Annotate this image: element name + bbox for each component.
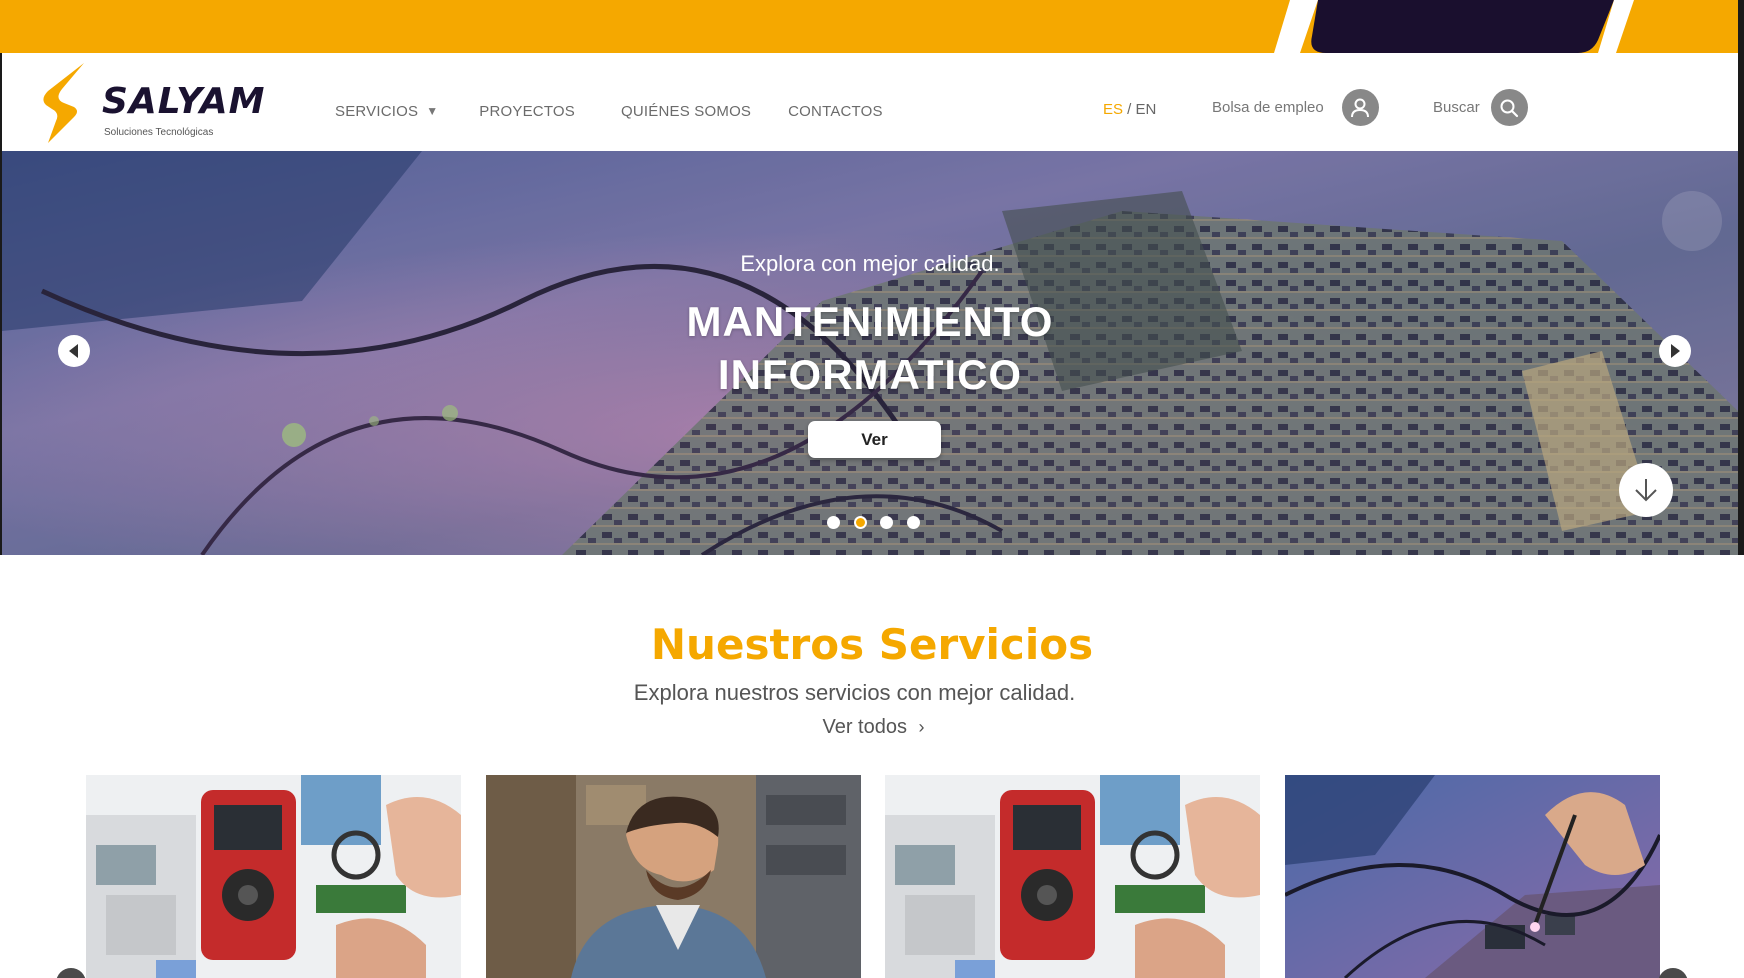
top-decorative-band	[0, 0, 1744, 53]
scroll-down-button[interactable]	[1619, 463, 1673, 517]
carousel-prev-button[interactable]	[56, 968, 86, 978]
search-link[interactable]: Buscar	[1433, 89, 1528, 126]
slider-dot-4[interactable]	[906, 516, 920, 529]
lang-es-link[interactable]: ES	[1103, 101, 1123, 118]
brand-name: SALYAM	[102, 81, 266, 122]
caret-right-icon	[1671, 344, 1680, 358]
slider-dot-1[interactable]	[827, 516, 840, 529]
service-card-image	[1285, 775, 1660, 978]
arrow-down-icon	[1635, 479, 1657, 502]
brand-logo[interactable]: SALYAM Soluciones Tecnológicas	[40, 59, 270, 145]
brand-tagline: Soluciones Tecnológicas	[104, 127, 214, 138]
hero-title-line-1: MANTENIMIENTO	[686, 298, 1054, 345]
caret-down-icon: ▼	[426, 104, 439, 118]
service-card-image	[885, 775, 1260, 978]
nav-item-label: SERVICIOS	[335, 102, 419, 120]
logo-mark-icon	[43, 63, 84, 143]
services-subtitle: Explora nuestros servicios con mejor cal…	[633, 680, 1076, 705]
carousel-next-button[interactable]	[1658, 968, 1688, 978]
slider-prev-button[interactable]	[58, 335, 90, 367]
caret-left-icon	[69, 344, 78, 358]
nav-item-label: QUIÉNES SOMOS	[621, 102, 752, 120]
view-all-label: Ver todos	[822, 716, 907, 738]
service-card-image	[486, 775, 861, 978]
slider-next-button[interactable]	[1659, 335, 1691, 367]
lang-en-link[interactable]: EN	[1136, 101, 1157, 118]
service-card-image	[86, 775, 461, 978]
search-label: Buscar	[1433, 99, 1480, 116]
language-switcher: ES / EN	[1103, 101, 1156, 118]
slider-dots	[827, 516, 933, 529]
chevron-right-icon: ›	[918, 717, 925, 737]
view-all-link[interactable]: Ver todos ›	[0, 716, 1744, 739]
nav-item-contactos[interactable]: CONTACTOS	[788, 103, 883, 120]
nav-item-proyectos[interactable]: PROYECTOS	[479, 103, 575, 120]
hero-title: MANTENIMIENTO INFORMATICO	[2, 295, 1738, 401]
service-card-1[interactable]	[86, 775, 461, 978]
service-card-3[interactable]	[885, 775, 1260, 978]
jobs-label: Bolsa de empleo	[1212, 99, 1324, 116]
services-title: Nuestros Servicios	[650, 620, 1094, 669]
nav-item-label: PROYECTOS	[479, 102, 576, 120]
hero-slider: Explora con mejor calidad. MANTENIMIENTO…	[0, 151, 1744, 555]
nav-item-label: CONTACTOS	[788, 102, 883, 120]
service-card-2[interactable]	[486, 775, 861, 978]
lang-separator: /	[1123, 101, 1136, 118]
nav-item-servicios[interactable]: SERVICIOS ▼	[335, 103, 438, 120]
hero-subtitle: Explora con mejor calidad.	[740, 251, 1000, 276]
slider-dot-3[interactable]	[880, 516, 893, 529]
main-nav: SERVICIOS ▼ PROYECTOS QUIÉNES SOMOS CONT…	[335, 99, 919, 123]
slider-dot-2[interactable]	[853, 516, 867, 529]
service-card-4[interactable]	[1285, 775, 1660, 978]
nav-item-quienes-somos[interactable]: QUIÉNES SOMOS	[621, 103, 751, 120]
user-icon	[1341, 89, 1379, 126]
hero-title-line-2: INFORMATICO	[717, 351, 1023, 398]
hero-cta-button[interactable]: Ver	[808, 421, 941, 458]
jobs-link[interactable]: Bolsa de empleo	[1212, 89, 1379, 126]
site-header: SALYAM Soluciones Tecnológicas SERVICIOS…	[0, 53, 1744, 151]
services-carousel	[86, 775, 1660, 978]
search-icon	[1490, 89, 1528, 126]
